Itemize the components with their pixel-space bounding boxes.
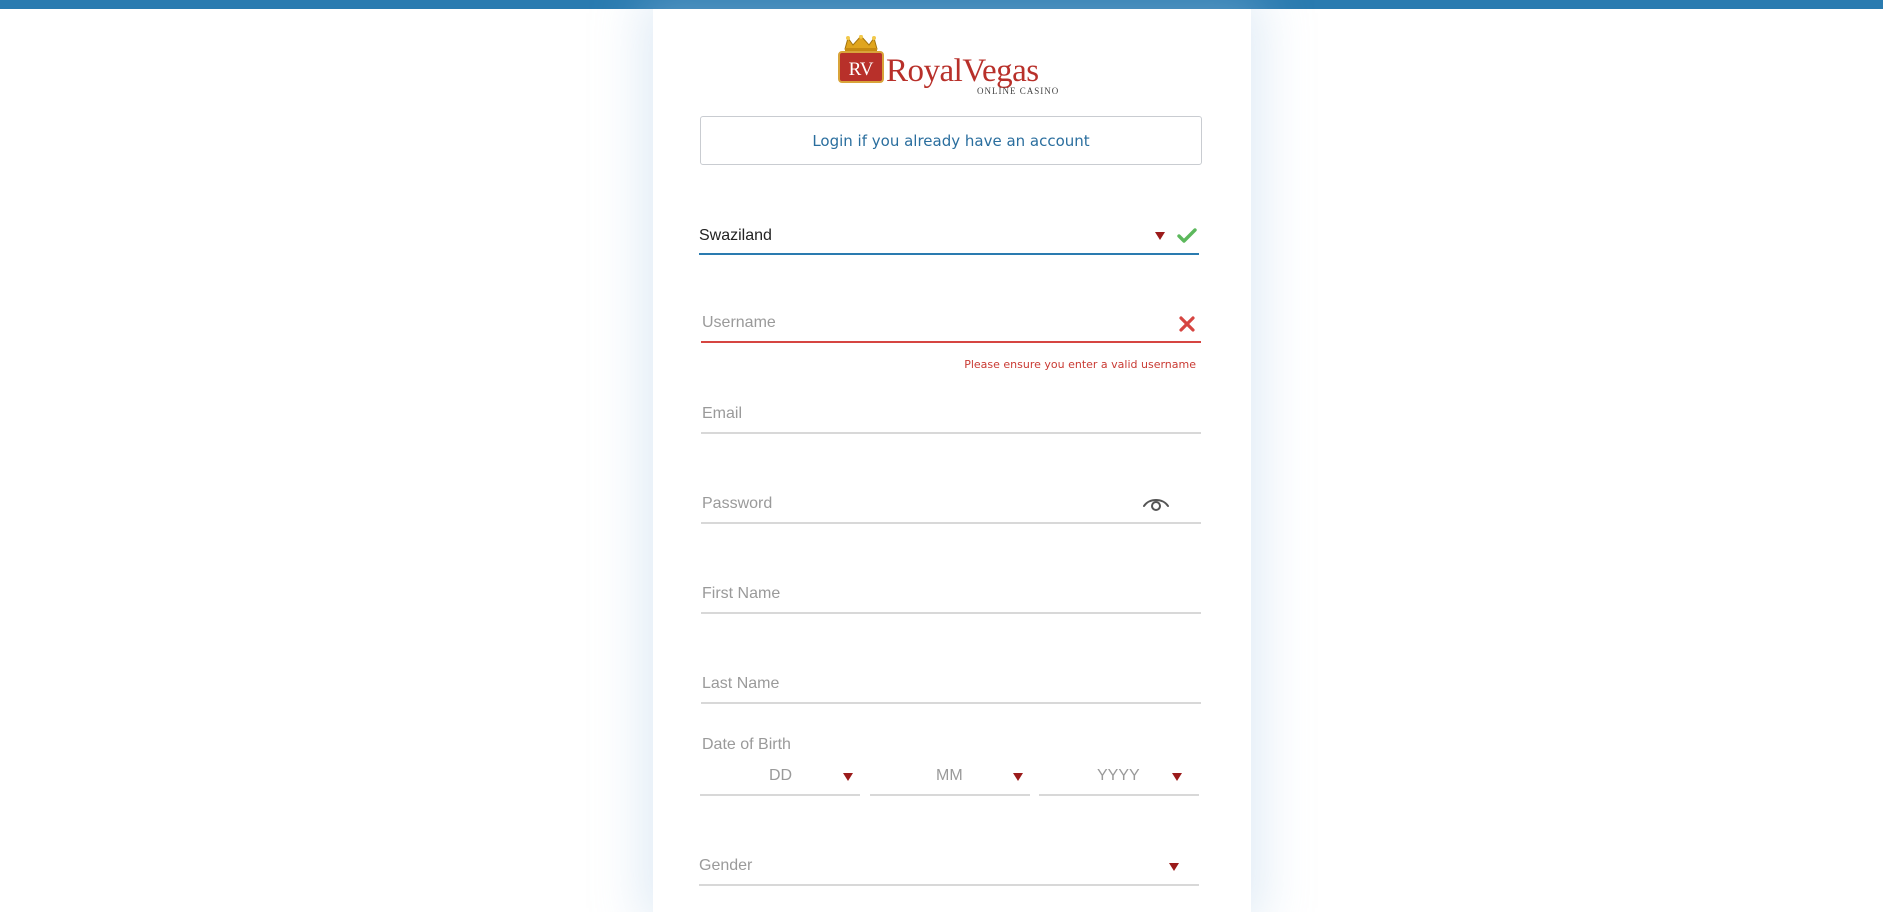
dropdown-arrow-icon	[843, 773, 853, 781]
dob-year-select[interactable]: YYYY	[1039, 758, 1199, 796]
dropdown-arrow-icon	[1013, 773, 1023, 781]
country-value: Swaziland	[699, 227, 772, 244]
gender-select[interactable]: Gender	[699, 848, 1199, 886]
login-link-button[interactable]: Login if you already have an account	[700, 116, 1202, 165]
username-error-message: Please ensure you enter a valid username	[964, 358, 1196, 371]
logo-name: RoyalVegas	[886, 53, 1039, 89]
dropdown-arrow-icon	[1155, 232, 1165, 240]
dob-day-placeholder: DD	[769, 767, 793, 784]
crown-rv-emblem-icon: RV	[838, 35, 884, 83]
show-password-eye-icon[interactable]	[1142, 495, 1170, 513]
username-field[interactable]: Username	[701, 305, 1201, 343]
dob-month-select[interactable]: MM	[870, 758, 1030, 796]
dropdown-arrow-icon	[1169, 863, 1179, 871]
error-x-icon	[1179, 316, 1195, 332]
gender-placeholder: Gender	[699, 857, 753, 874]
royal-vegas-logo[interactable]: RV RoyalVegas ONLINE CASINO	[836, 35, 1070, 97]
dropdown-arrow-icon	[1172, 773, 1182, 781]
dob-month-placeholder: MM	[936, 767, 963, 784]
email-placeholder: Email	[702, 405, 743, 422]
dob-year-placeholder: YYYY	[1097, 767, 1140, 784]
dob-label: Date of Birth	[702, 736, 791, 753]
username-placeholder: Username	[702, 314, 776, 331]
password-placeholder: Password	[702, 495, 773, 512]
dob-day-select[interactable]: DD	[700, 758, 860, 796]
last-name-placeholder: Last Name	[702, 675, 780, 692]
password-field[interactable]: Password	[701, 486, 1201, 524]
first-name-field[interactable]: First Name	[701, 576, 1201, 614]
country-select[interactable]: Swaziland	[699, 217, 1199, 255]
top-bar	[0, 0, 1883, 9]
last-name-field[interactable]: Last Name	[701, 666, 1201, 704]
checkmark-icon	[1177, 228, 1197, 243]
svg-text:RV: RV	[849, 59, 874, 80]
registration-card: RV RoyalVegas ONLINE CASINO Login if you…	[653, 9, 1251, 912]
email-field[interactable]: Email	[701, 396, 1201, 434]
logo-tagline: ONLINE CASINO	[977, 86, 1060, 96]
first-name-placeholder: First Name	[702, 585, 781, 602]
